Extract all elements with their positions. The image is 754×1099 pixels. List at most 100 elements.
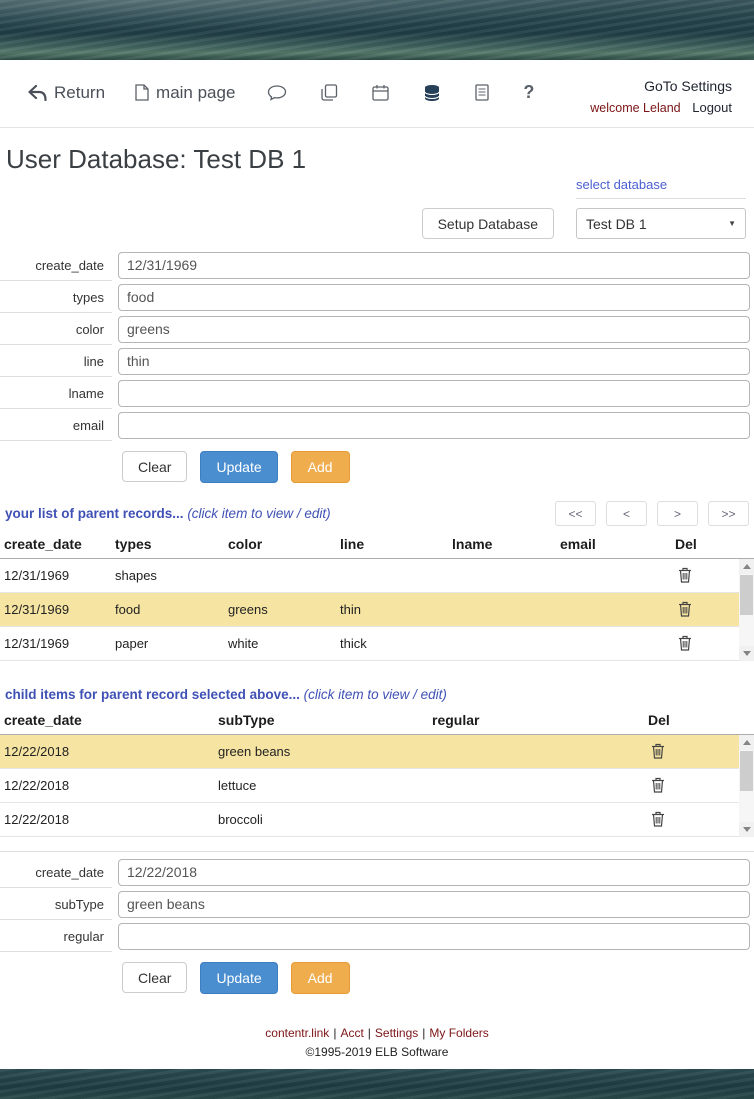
- add-button[interactable]: Add: [291, 451, 350, 483]
- database-controls: Setup Database select database Test DB 1…: [0, 177, 754, 239]
- parent-list-heading: your list of parent records... (click it…: [5, 506, 331, 521]
- footer: contentr.link|Acct|Settings|My Folders ©…: [0, 1026, 754, 1059]
- col-subtype: subType: [214, 710, 428, 734]
- scroll-thumb[interactable]: [740, 575, 753, 615]
- chat-icon: [267, 85, 287, 101]
- child-update-button[interactable]: Update: [200, 962, 277, 994]
- col-del: Del: [644, 710, 754, 734]
- child-table-row[interactable]: 12/22/2018 lettuce: [0, 769, 739, 803]
- child-create-date-label: create_date: [0, 857, 112, 888]
- col-color: color: [224, 534, 336, 558]
- create-date-label: create_date: [0, 250, 112, 281]
- database-select[interactable]: Test DB 1 ▼: [576, 208, 746, 239]
- trash-icon: [678, 601, 692, 617]
- child-table-row-selected[interactable]: 12/22/2018 green beans: [0, 735, 739, 769]
- calendar-icon: [372, 84, 389, 101]
- footer-banner-image: [0, 1069, 754, 1099]
- lname-label: lname: [0, 378, 112, 409]
- goto-settings-link[interactable]: GoTo Settings: [644, 78, 732, 94]
- parent-table-row[interactable]: 12/31/1969 shapes: [0, 559, 739, 593]
- scroll-up-arrow[interactable]: [739, 559, 754, 574]
- delete-row-button[interactable]: [675, 633, 695, 653]
- copyright: ©1995-2019 ELB Software: [0, 1045, 754, 1059]
- email-input[interactable]: [118, 412, 750, 439]
- welcome-user-link[interactable]: welcome Leland: [590, 101, 680, 115]
- section-divider: [0, 851, 754, 852]
- footer-link-acct[interactable]: Acct: [340, 1026, 363, 1040]
- scroll-down-arrow[interactable]: [739, 822, 754, 837]
- chat-button[interactable]: [265, 83, 289, 103]
- update-button[interactable]: Update: [200, 451, 277, 483]
- return-button[interactable]: Return: [28, 83, 105, 103]
- copy-icon: [321, 84, 338, 101]
- types-label: types: [0, 282, 112, 313]
- page-prev-button[interactable]: <: [606, 501, 647, 526]
- scroll-up-arrow[interactable]: [739, 735, 754, 750]
- return-arrow-icon: [28, 85, 47, 101]
- parent-table-row-selected[interactable]: 12/31/1969 food greens thin: [0, 593, 739, 627]
- trash-icon: [651, 811, 665, 827]
- help-button[interactable]: ?: [521, 80, 536, 105]
- database-select-value: Test DB 1: [586, 216, 647, 232]
- parent-table-row[interactable]: 12/31/1969 paper white thick: [0, 627, 739, 661]
- types-input[interactable]: [118, 284, 750, 311]
- scroll-down-arrow[interactable]: [739, 646, 754, 661]
- child-add-button[interactable]: Add: [291, 962, 350, 994]
- col-lname: lname: [448, 534, 556, 558]
- navbar: Return main page: [0, 60, 754, 128]
- child-list-heading: child items for parent record selected a…: [5, 687, 447, 702]
- delete-row-button[interactable]: [675, 599, 695, 619]
- child-create-date-input[interactable]: [118, 859, 750, 886]
- clear-button[interactable]: Clear: [122, 451, 187, 482]
- child-list-hint: (click item to view / edit): [304, 687, 447, 702]
- database-button[interactable]: [421, 82, 443, 104]
- pagination: << < > >>: [555, 501, 749, 526]
- delete-row-button[interactable]: [648, 809, 668, 829]
- document-icon: [475, 84, 489, 101]
- col-create-date: create_date: [0, 534, 111, 558]
- child-item-form: create_date subType regular Clear Update…: [0, 856, 754, 994]
- lname-input[interactable]: [118, 380, 750, 407]
- delete-row-button[interactable]: [648, 775, 668, 795]
- subtype-input[interactable]: [118, 891, 750, 918]
- child-items-table: create_date subType regular Del 12/22/20…: [0, 710, 754, 837]
- page-icon: [135, 84, 149, 101]
- color-input[interactable]: [118, 316, 750, 343]
- regular-input[interactable]: [118, 923, 750, 950]
- scroll-thumb[interactable]: [740, 751, 753, 791]
- trash-icon: [678, 635, 692, 651]
- parent-table-scrollbar[interactable]: [739, 559, 754, 661]
- parent-records-table: create_date types color line lname email…: [0, 534, 754, 661]
- setup-database-button[interactable]: Setup Database: [422, 208, 554, 239]
- color-label: color: [0, 314, 112, 345]
- footer-link-my-folders[interactable]: My Folders: [429, 1026, 488, 1040]
- main-page-button[interactable]: main page: [135, 83, 235, 103]
- page-next-button[interactable]: >: [657, 501, 698, 526]
- delete-row-button[interactable]: [675, 565, 695, 585]
- child-table-row[interactable]: 12/22/2018 broccoli: [0, 803, 739, 837]
- create-date-input[interactable]: [118, 252, 750, 279]
- parent-list-hint: (click item to view / edit): [187, 506, 330, 521]
- logout-link[interactable]: Logout: [692, 100, 732, 115]
- page-last-button[interactable]: >>: [708, 501, 749, 526]
- trash-icon: [678, 567, 692, 583]
- database-icon: [423, 84, 441, 102]
- footer-link-settings[interactable]: Settings: [375, 1026, 418, 1040]
- parent-table-header: create_date types color line lname email…: [0, 534, 754, 559]
- parent-record-form: create_date types color line lname email…: [0, 249, 754, 483]
- child-clear-button[interactable]: Clear: [122, 962, 187, 993]
- main-page-label: main page: [156, 83, 235, 103]
- col-line: line: [336, 534, 448, 558]
- child-table-scrollbar[interactable]: [739, 735, 754, 837]
- col-email: email: [556, 534, 671, 558]
- calendar-button[interactable]: [370, 82, 391, 103]
- child-table-header: create_date subType regular Del: [0, 710, 754, 735]
- document-button[interactable]: [473, 82, 491, 103]
- copy-button[interactable]: [319, 82, 340, 103]
- delete-row-button[interactable]: [648, 741, 668, 761]
- col-types: types: [111, 534, 224, 558]
- line-input[interactable]: [118, 348, 750, 375]
- help-icon: ?: [523, 82, 534, 103]
- footer-link-contentr[interactable]: contentr.link: [265, 1026, 329, 1040]
- page-first-button[interactable]: <<: [555, 501, 596, 526]
